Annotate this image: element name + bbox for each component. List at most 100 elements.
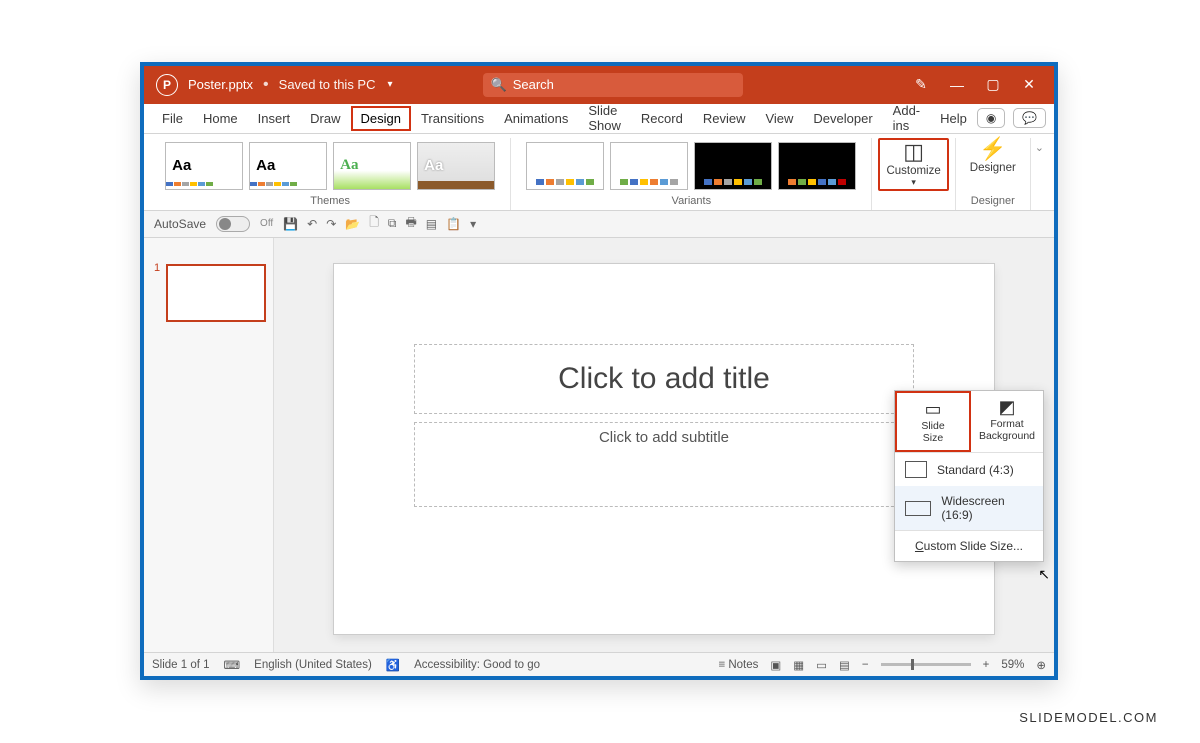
title-placeholder[interactable]: Click to add title: [414, 344, 914, 414]
group-label-themes: Themes: [310, 192, 350, 210]
designer-icon: ⚡: [979, 138, 1006, 160]
status-bar: Slide 1 of 1 ⌨ English (United States) ♿…: [144, 652, 1054, 676]
ribbon-collapse-chevron[interactable]: ⌄: [1031, 138, 1048, 210]
save-icon[interactable]: 💾: [283, 217, 298, 231]
new-icon[interactable]: 🗋: [369, 213, 379, 234]
autosave-label: AutoSave: [154, 217, 206, 231]
theme-tile[interactable]: Aa: [249, 142, 327, 190]
tab-view[interactable]: View: [755, 106, 803, 131]
group-themes: Aa Aa Aa Aa Themes: [150, 138, 511, 210]
workspace: 1 Click to add title Click to add subtit…: [144, 238, 1054, 652]
document-filename: Poster.pptx: [188, 77, 253, 92]
slide-size-button[interactable]: ▭ Slide Size: [895, 391, 971, 452]
variant-tile[interactable]: [610, 142, 688, 190]
custom-slide-size[interactable]: Custom Slide Size...: [895, 530, 1043, 561]
preview-icon[interactable]: ▤: [426, 217, 437, 231]
tab-design[interactable]: Design: [351, 106, 411, 131]
designer-button[interactable]: ⚡ Designer: [962, 138, 1024, 174]
group-customize: ◫ Customize ▾: [872, 138, 955, 210]
variant-tile[interactable]: [694, 142, 772, 190]
mouse-cursor-icon: ↖: [1038, 566, 1050, 583]
tab-home[interactable]: Home: [193, 106, 248, 131]
reading-view-icon[interactable]: ▭: [816, 658, 827, 672]
sorter-view-icon[interactable]: ▦: [793, 658, 804, 672]
quick-access-toolbar: AutoSave Off 💾 ↶ ↷ 📂 🗋 ⧉ 🖶 ▤ 📋 ▾: [144, 211, 1054, 239]
customize-icon: ◫: [903, 141, 924, 163]
close-button[interactable]: ✕: [1020, 76, 1038, 93]
zoom-slider[interactable]: [881, 663, 971, 666]
tab-review[interactable]: Review: [693, 106, 756, 131]
variant-tile[interactable]: [526, 142, 604, 190]
slide-size-standard[interactable]: Standard (4:3): [895, 453, 1043, 486]
tab-developer[interactable]: Developer: [803, 106, 882, 131]
normal-view-icon[interactable]: ▣: [770, 658, 781, 672]
search-placeholder: Search: [513, 77, 554, 92]
print-icon[interactable]: 🖶: [405, 213, 416, 234]
tab-draw[interactable]: Draw: [300, 106, 350, 131]
search-icon: 🔍: [491, 77, 507, 93]
thumb-number: 1: [154, 262, 160, 274]
autosave-toggle[interactable]: [216, 216, 250, 232]
search-input[interactable]: 🔍 Search: [483, 73, 743, 97]
group-designer: ⚡ Designer Designer: [956, 138, 1031, 210]
accessibility-status[interactable]: Accessibility: Good to go: [414, 659, 540, 671]
tab-insert[interactable]: Insert: [248, 106, 301, 131]
powerpoint-window: P Poster.pptx • Saved to this PC ▾ 🔍 Sea…: [140, 62, 1058, 680]
rehearse-icon[interactable]: ⧉: [388, 216, 397, 231]
tab-help[interactable]: Help: [930, 106, 977, 131]
ribbon-tabs: File Home Insert Draw Design Transitions…: [144, 104, 1054, 134]
slide-counter: Slide 1 of 1: [152, 659, 210, 671]
text-tool-icon[interactable]: ⌨: [224, 658, 241, 672]
theme-tile[interactable]: Aa: [165, 142, 243, 190]
group-label-designer: Designer: [971, 192, 1015, 210]
theme-tile[interactable]: Aa: [333, 142, 411, 190]
minimize-button[interactable]: —: [948, 77, 966, 93]
customize-label: Customize: [886, 165, 940, 177]
redo-icon[interactable]: ↷: [326, 217, 336, 231]
attribution-watermark: SLIDEMODEL.COM: [1019, 710, 1158, 725]
record-indicator[interactable]: ◉: [977, 108, 1005, 128]
save-status[interactable]: Saved to this PC: [279, 77, 376, 92]
powerpoint-app-icon: P: [156, 74, 178, 96]
tab-file[interactable]: File: [152, 106, 193, 131]
slide-size-dropdown: ▭ Slide Size ◩ Format Background Standar…: [894, 390, 1044, 562]
format-background-button[interactable]: ◩ Format Background: [971, 391, 1043, 452]
language-status[interactable]: English (United States): [254, 659, 372, 671]
tab-transitions[interactable]: Transitions: [411, 106, 494, 131]
share-button[interactable]: ⇪ ▾: [1054, 99, 1058, 137]
zoom-in-button[interactable]: +: [983, 659, 990, 671]
slideshow-view-icon[interactable]: ▤: [839, 658, 850, 672]
tab-record[interactable]: Record: [631, 106, 693, 131]
tab-slideshow[interactable]: Slide Show: [578, 98, 631, 138]
tab-addins[interactable]: Add-ins: [883, 98, 930, 138]
group-label-variants: Variants: [672, 192, 712, 210]
designer-label: Designer: [970, 162, 1016, 174]
aspect-43-icon: [905, 461, 927, 478]
autosave-state: Off: [260, 218, 273, 229]
slide-thumbnail[interactable]: [166, 264, 266, 322]
theme-tile[interactable]: Aa: [417, 142, 495, 190]
subtitle-placeholder[interactable]: Click to add subtitle: [414, 422, 914, 507]
more-commands-icon[interactable]: ▾: [470, 217, 476, 231]
notes-button[interactable]: ≡ Notes: [718, 659, 758, 671]
slide-size-widescreen[interactable]: Widescreen (16:9): [895, 486, 1043, 530]
design-ideas-icon[interactable]: ✎: [912, 76, 930, 93]
format-background-icon: ◩: [998, 397, 1015, 418]
zoom-level[interactable]: 59%: [1001, 659, 1024, 671]
comments-button[interactable]: 💬: [1013, 108, 1046, 128]
thumbnail-panel: 1: [144, 238, 274, 652]
chevron-down-icon[interactable]: ▾: [387, 79, 392, 90]
undo-icon[interactable]: ↶: [307, 217, 317, 231]
variant-tile[interactable]: [778, 142, 856, 190]
ribbon-design: Aa Aa Aa Aa Themes Variants ◫ Customize …: [144, 134, 1054, 211]
tab-animations[interactable]: Animations: [494, 106, 578, 131]
paste-icon[interactable]: 📋: [446, 217, 461, 231]
zoom-out-button[interactable]: −: [862, 659, 869, 671]
customize-button[interactable]: ◫ Customize ▾: [878, 138, 948, 191]
maximize-button[interactable]: ▢: [984, 76, 1002, 93]
fit-window-icon[interactable]: ⊕: [1036, 658, 1046, 672]
aspect-169-icon: [905, 501, 931, 516]
group-variants: Variants: [511, 138, 872, 210]
open-icon[interactable]: 📂: [345, 217, 360, 231]
slide-size-icon: ▭: [924, 399, 941, 420]
